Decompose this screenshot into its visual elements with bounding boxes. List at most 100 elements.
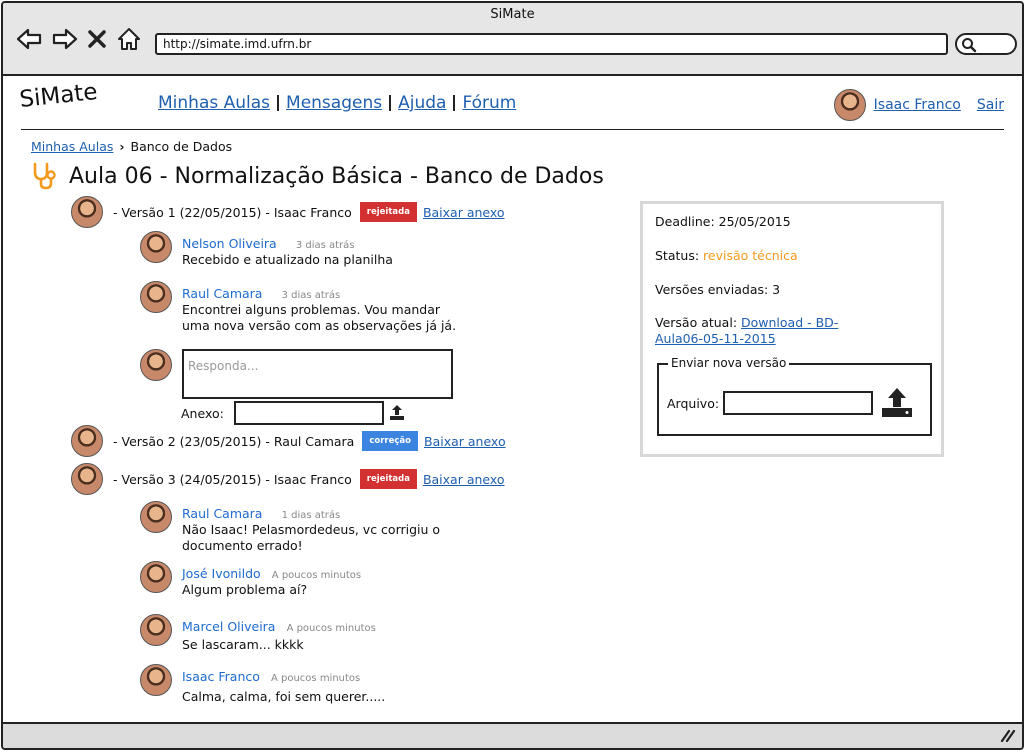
upload-fieldset: Enviar nova versão Arquivo: [657,356,932,436]
upload-legend: Enviar nova versão [668,356,790,370]
nav-controls [15,25,143,53]
resize-grip-icon[interactable] [1000,728,1016,742]
version-row: - Versão 3 (24/05/2015) - Isaac Franco r… [71,463,505,495]
user-name-link[interactable]: Isaac Franco [874,97,961,113]
comment-time: 1 dias atrás [281,510,341,521]
page-title-row: Aula 06 - Normalização Básica - Banco de… [31,161,604,191]
comment-item: Raul Camara 3 dias atrás Encontrei algun… [140,281,462,334]
comment-author[interactable]: Isaac Franco [182,669,260,684]
site-header: SiMate Minhas Aulas Mensagens Ajuda Fóru… [18,79,1004,130]
browser-chrome: SiMate http://simate.imd.ufrn.br [3,3,1022,76]
status-label: Status: [655,248,700,263]
close-x-icon[interactable] [87,25,107,53]
avatar [140,349,172,381]
page-title: Aula 06 - Normalização Básica - Banco de… [69,163,604,189]
status-badge: rejeitada [359,469,417,489]
avatar [140,281,172,313]
submission-info-panel: Deadline: 25/05/2015 Status: revisão téc… [640,201,944,457]
deadline: Deadline: 25/05/2015 [655,214,791,229]
avatar [140,561,172,593]
comment-item: Marcel Oliveira A poucos minutos Se lasc… [140,614,376,653]
status-row: Status: revisão técnica [655,248,798,263]
status-badge: correção [362,431,418,451]
address-bar[interactable]: http://simate.imd.ufrn.br [155,33,948,55]
current-version-download-link[interactable]: Download - BD- [741,315,838,330]
comment-text: Algum problema aí? [182,582,308,597]
avatar [140,614,172,646]
file-row: Arquivo: [667,387,913,419]
current-version-label: Versão atual: [655,315,738,330]
comment-item: Nelson Oliveira 3 dias atrás Recebido e … [140,231,393,268]
comment-text: Calma, calma, foi sem querer..... [182,689,386,704]
breadcrumb-minhas-aulas[interactable]: Minhas Aulas [31,139,113,154]
forward-arrow-icon[interactable] [51,25,79,53]
avatar [71,425,103,457]
version-text: - Versão 3 (24/05/2015) - Isaac Franco [113,471,352,487]
logout-link[interactable]: Sair [977,97,1004,113]
versions-sent: Versões enviadas: 3 [655,282,781,297]
file-label: Arquivo: [667,395,720,411]
reply-attachment: Anexo: [181,401,406,425]
comment-text: Se lascaram... kkkk [182,637,304,652]
comment-item: Raul Camara 1 dias atrás Não Isaac! Pela… [140,501,442,554]
browser-search-field[interactable] [955,33,1017,55]
avatar [71,196,103,228]
comment-item: José Ivonildo A poucos minutos Algum pro… [140,561,362,598]
attachment-field[interactable] [233,401,384,425]
search-icon [962,38,977,53]
reply-avatar-wrap [140,349,182,381]
reply-textarea[interactable]: Responda... [182,349,453,399]
file-input[interactable] [723,391,874,415]
version-text: - Versão 1 (22/05/2015) - Isaac Franco [113,204,352,220]
menu-divider [277,95,280,111]
avatar [140,664,172,696]
chevron-right-icon: › [119,139,125,154]
version-text: - Versão 2 (23/05/2015) - Raul Camara [113,433,355,449]
home-icon[interactable] [115,25,143,53]
avatar [140,231,172,263]
status-badge: rejeitada [359,202,417,222]
menu-divider [453,95,456,111]
comment-author[interactable]: Marcel Oliveira [182,619,275,634]
comment-author[interactable]: José Ivonildo [182,566,261,581]
current-version-row: Versão atual: Download - BD- Aula06-05-1… [655,315,895,347]
version-row: - Versão 2 (23/05/2015) - Raul Camara co… [71,425,506,457]
version-row: - Versão 1 (22/05/2015) - Isaac Franco r… [71,196,505,228]
back-arrow-icon[interactable] [15,25,43,53]
comment-time: A poucos minutos [271,570,362,581]
comment-author[interactable]: Raul Camara [182,506,262,521]
download-attachment-link[interactable]: Baixar anexo [423,472,505,487]
upload-icon[interactable] [881,387,913,419]
window-title: SiMate [490,7,535,22]
breadcrumb: Minhas Aulas › Banco de Dados [31,139,232,154]
site-logo[interactable]: SiMate [18,79,98,113]
menu-ajuda[interactable]: Ajuda [398,93,446,113]
upload-icon[interactable] [388,404,406,422]
menu-mensagens[interactable]: Mensagens [286,93,382,113]
comment-text: Não Isaac! Pelasmordedeus, vc corrigiu o… [182,522,441,553]
comment-time: 3 dias atrás [281,290,341,301]
status-value: revisão técnica [703,248,798,263]
comment-time: 3 dias atrás [295,240,355,251]
comment-item: Isaac Franco A poucos minutos Calma, cal… [140,664,386,705]
download-attachment-link[interactable]: Baixar anexo [423,205,505,220]
attachment-label: Anexo: [181,405,224,421]
comment-time: A poucos minutos [286,623,376,634]
browser-window: SiMate http://simate.imd.ufrn.br SiMate … [1,1,1024,750]
comment-text: Recebido e atualizado na planilha [182,252,393,267]
avatar [71,463,103,495]
menu-minhas-aulas[interactable]: Minhas Aulas [158,93,270,113]
menu-forum[interactable]: Fórum [462,93,516,113]
status-bar [3,722,1022,748]
breadcrumb-current: Banco de Dados [130,139,233,154]
comment-author[interactable]: Nelson Oliveira [182,236,277,251]
comment-author[interactable]: Raul Camara [182,286,262,301]
current-version-download-link-cont[interactable]: Aula06-05-11-2015 [655,331,776,346]
download-attachment-link[interactable]: Baixar anexo [424,434,506,449]
user-avatar [833,89,866,121]
comment-time: A poucos minutos [270,673,361,684]
avatar [140,501,172,533]
menu-divider [389,95,392,111]
main-menu: Minhas Aulas Mensagens Ajuda Fórum [158,93,516,113]
comment-text: Encontrei alguns problemas. Vou mandar u… [182,302,457,333]
